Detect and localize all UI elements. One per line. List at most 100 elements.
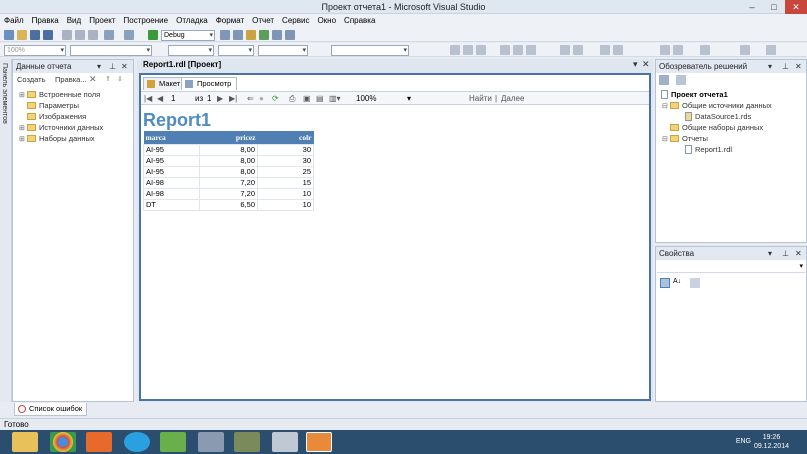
minimize-button[interactable]: – — [741, 0, 763, 14]
create-button[interactable]: Создать — [17, 75, 46, 84]
redo-icon[interactable] — [124, 30, 134, 40]
skype-icon[interactable] — [124, 432, 150, 452]
document-tab[interactable]: Report1.rdl [Проект] — [143, 60, 221, 72]
tree-item-data-sources[interactable]: ⊞ Источники данных — [19, 123, 103, 132]
border-select[interactable] — [258, 45, 308, 56]
menu-window[interactable]: Окно — [313, 14, 340, 28]
size-select[interactable] — [218, 45, 254, 56]
toolbar-icon[interactable] — [233, 30, 243, 40]
page-number-input[interactable]: 1 — [171, 94, 175, 103]
pin-icon[interactable]: ⊥ — [109, 60, 116, 73]
categorized-icon[interactable] — [660, 278, 670, 288]
dropdown-icon[interactable]: ▾ — [633, 59, 638, 70]
move-up-icon[interactable]: ⇑ — [105, 75, 111, 83]
print-icon[interactable]: ⎙ — [289, 94, 295, 104]
paste-icon[interactable] — [88, 30, 98, 40]
start-debug-icon[interactable] — [148, 30, 158, 40]
same-height-icon[interactable] — [573, 45, 583, 55]
app-icon[interactable] — [198, 432, 224, 452]
align-left-icon[interactable] — [450, 45, 460, 55]
close-icon[interactable]: ✕ — [795, 60, 802, 73]
style-select[interactable] — [168, 45, 214, 56]
object-select[interactable]: ▾ — [657, 261, 805, 273]
align-center-icon[interactable] — [463, 45, 473, 55]
same-width-icon[interactable] — [560, 45, 570, 55]
tab-preview[interactable]: Просмотр — [181, 77, 238, 90]
error-list-tab[interactable]: Список ошибок — [14, 403, 88, 416]
close-button[interactable]: ✕ — [785, 0, 807, 14]
visual-studio-icon[interactable] — [306, 432, 332, 452]
tab-layout[interactable]: Макет — [143, 77, 187, 90]
align-top-icon[interactable] — [500, 45, 510, 55]
save-all-icon[interactable] — [43, 30, 53, 40]
menu-tools[interactable]: Сервис — [278, 14, 313, 28]
next-page-icon[interactable]: ▶ — [217, 94, 223, 103]
stop-icon[interactable]: ● — [259, 94, 264, 103]
toolbar-icon[interactable] — [246, 30, 256, 40]
menu-file[interactable]: Файл — [0, 14, 28, 28]
move-down-icon[interactable]: ⇓ — [117, 75, 123, 83]
document-icon[interactable] — [272, 432, 298, 452]
menu-build[interactable]: Построение — [120, 14, 173, 28]
chrome-icon[interactable] — [50, 432, 76, 452]
tools-icon[interactable] — [234, 432, 260, 452]
chevron-down-icon[interactable]: ▾ — [768, 60, 772, 73]
save-icon[interactable] — [30, 30, 40, 40]
properties-icon[interactable] — [659, 75, 669, 85]
menu-edit[interactable]: Правка — [28, 14, 63, 28]
collapse-icon[interactable]: ⊟ — [662, 102, 669, 110]
layout-icon[interactable] — [766, 45, 776, 55]
bring-front-icon[interactable] — [660, 45, 670, 55]
maximize-button[interactable]: □ — [763, 0, 785, 14]
menu-view[interactable]: Вид — [63, 14, 85, 28]
copy-icon[interactable] — [75, 30, 85, 40]
edit-button[interactable]: Правка... — [55, 75, 87, 84]
tree-item-parameters[interactable]: Параметры — [19, 101, 79, 110]
alphabetical-icon[interactable]: A↓ — [673, 278, 681, 285]
shared-sources-node[interactable]: ⊟ Общие источники данных — [662, 101, 772, 110]
border-style-select[interactable] — [331, 45, 409, 56]
expand-icon[interactable]: ⊞ — [19, 135, 26, 143]
clock[interactable]: 19:26 09.12.2014 — [754, 433, 789, 451]
find-link[interactable]: Найти — [469, 94, 492, 103]
chevron-down-icon[interactable]: ▾ — [768, 247, 772, 260]
close-icon[interactable]: ✕ — [795, 247, 802, 260]
pin-icon[interactable]: ⊥ — [782, 60, 789, 73]
align-bottom-icon[interactable] — [526, 45, 536, 55]
align-right-icon[interactable] — [476, 45, 486, 55]
project-node[interactable]: Проект отчета1 — [660, 90, 728, 99]
shared-datasets-node[interactable]: Общие наборы данных — [669, 123, 763, 132]
font-select[interactable] — [70, 45, 152, 56]
spacing-icon[interactable] — [613, 45, 623, 55]
chevron-down-icon[interactable]: ▾ — [97, 60, 101, 73]
tree-item-datasets[interactable]: ⊞ Наборы данных — [19, 134, 95, 143]
refresh-icon[interactable]: ⟳ — [272, 94, 279, 103]
print-layout-icon[interactable]: ▣ — [303, 94, 311, 103]
zoom-select[interactable]: 100% — [356, 94, 376, 103]
find-icon[interactable] — [220, 30, 230, 40]
page-setup-icon[interactable]: ▤ — [316, 94, 324, 103]
menu-help[interactable]: Справка — [340, 14, 379, 28]
explorer-icon[interactable] — [12, 432, 38, 452]
configuration-select[interactable]: Debug — [161, 30, 215, 41]
media-player-icon[interactable] — [86, 432, 112, 452]
delete-icon[interactable]: ✕ — [89, 74, 97, 85]
toolbar-icon[interactable] — [272, 30, 282, 40]
show-all-icon[interactable] — [676, 75, 686, 85]
menu-report[interactable]: Отчет — [248, 14, 278, 28]
menu-project[interactable]: Проект — [85, 14, 119, 28]
export-icon[interactable]: ▥▾ — [329, 94, 341, 103]
expand-icon[interactable]: ⊞ — [19, 91, 26, 99]
reports-node[interactable]: ⊟ Отчеты — [662, 134, 708, 143]
prev-page-icon[interactable]: ◀ — [157, 94, 163, 103]
layout-icon[interactable] — [740, 45, 750, 55]
property-pages-icon[interactable] — [690, 278, 700, 288]
grid-icon[interactable] — [700, 45, 710, 55]
toolbar-icon[interactable] — [259, 30, 269, 40]
next-link[interactable]: Далее — [501, 94, 524, 103]
tree-item-images[interactable]: Изображения — [19, 112, 86, 121]
toolbox-strip[interactable]: Панель элементов — [0, 59, 12, 402]
close-icon[interactable]: ✕ — [121, 60, 128, 73]
toolbar-icon[interactable] — [285, 30, 295, 40]
align-middle-icon[interactable] — [513, 45, 523, 55]
